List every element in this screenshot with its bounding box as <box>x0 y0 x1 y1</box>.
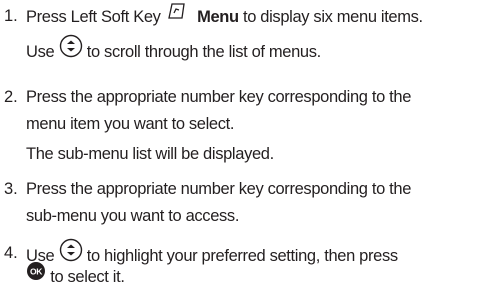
instruction-document: 1. Press Left Soft Key Menu to display s… <box>0 0 478 302</box>
ok-key-label: OK <box>30 266 43 276</box>
step-1: 1. Press Left Soft Key Menu to display s… <box>0 3 476 63</box>
step-2: 2. Press the appropriate number key corr… <box>0 84 476 168</box>
step-text: sub-menu you want to access. <box>26 207 240 225</box>
step-text: to display six menu items. <box>242 7 423 26</box>
menu-key-label: Menu <box>197 7 239 26</box>
step-number: 1. <box>4 7 18 25</box>
step-text: Press the appropriate number key corresp… <box>26 180 412 198</box>
navigation-key-icon <box>59 238 83 271</box>
step-3: 3. Press the appropriate number key corr… <box>0 176 476 230</box>
ok-key-icon: OK <box>26 261 46 290</box>
step-text: Press the appropriate number key corresp… <box>26 88 412 106</box>
step-number: 2. <box>4 88 18 106</box>
step-note: The sub-menu list will be displayed. <box>26 145 274 163</box>
step-4: 4. Use to highlight your preferred setti… <box>0 238 476 290</box>
left-soft-key-icon <box>165 1 187 30</box>
step-number: 4. <box>4 244 18 262</box>
step-text: to highlight your preferred setting, the… <box>86 246 398 265</box>
step-text: menu item you want to select. <box>26 115 235 133</box>
step-text: Use <box>26 42 55 61</box>
step-number: 3. <box>4 180 18 198</box>
step-text: Press Left Soft Key <box>26 7 161 26</box>
navigation-key-icon <box>59 34 83 67</box>
step-text: to scroll through the list of menus. <box>86 42 321 61</box>
